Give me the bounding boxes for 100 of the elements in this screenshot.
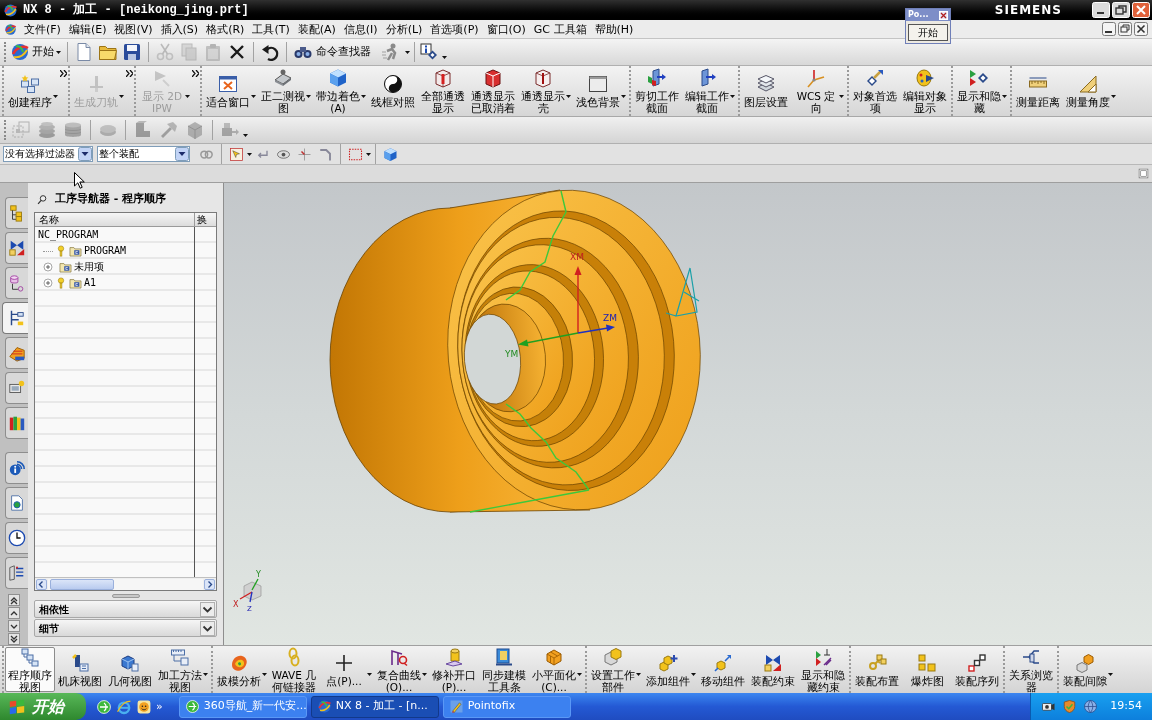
toolbar-button[interactable]: 正二测视图 <box>258 67 313 115</box>
caret-icon[interactable] <box>1108 673 1113 676</box>
toolbar-button[interactable]: 加工方法视图 <box>155 647 210 692</box>
navigator-tab[interactable] <box>5 452 28 484</box>
caret-icon[interactable] <box>243 133 248 137</box>
arrow-circle-icon[interactable] <box>96 698 112 715</box>
toolbar-button[interactable]: 拔模分析 <box>214 647 269 692</box>
caret-icon[interactable] <box>621 94 626 98</box>
expand-icon[interactable] <box>43 262 53 272</box>
column-header[interactable]: 换 <box>195 213 216 226</box>
toolbar-button[interactable]: 移动组件 <box>698 647 748 692</box>
tree-item[interactable]: A1 <box>84 276 97 290</box>
caret-icon[interactable] <box>839 94 844 98</box>
toolbar-button[interactable]: 测量角度 <box>1063 67 1118 115</box>
minimize-icon[interactable] <box>1102 22 1116 36</box>
menu-item[interactable]: 格式(R) <box>202 19 249 39</box>
command-finder-button[interactable]: 命令查找器 <box>291 40 373 64</box>
restore-icon[interactable] <box>1118 22 1132 36</box>
caret-icon[interactable] <box>203 673 208 676</box>
menu-item[interactable]: 工具(T) <box>248 19 294 39</box>
toolbar-button[interactable]: 点(P)... <box>319 647 374 692</box>
menu-item[interactable]: 分析(L) <box>381 19 427 39</box>
cube-icon[interactable] <box>383 146 398 162</box>
horizontal-scrollbar[interactable] <box>48 578 203 590</box>
toolbar-button[interactable]: 通透显示壳 <box>518 67 573 115</box>
caret-icon[interactable] <box>1002 94 1007 98</box>
menu-item[interactable]: 窗口(O) <box>482 19 530 39</box>
network-globe-icon[interactable] <box>1083 699 1099 714</box>
scroll-right-icon[interactable] <box>204 578 215 590</box>
navigator-tab[interactable] <box>5 232 28 264</box>
undo-icon[interactable] <box>260 42 280 62</box>
caret-icon[interactable] <box>366 152 371 156</box>
frame-restore-icon[interactable] <box>1138 168 1149 179</box>
close-icon[interactable] <box>1134 22 1148 36</box>
menu-item[interactable]: 帮助(H) <box>590 19 638 39</box>
caret-icon[interactable] <box>53 94 58 98</box>
arrow-down-icon[interactable] <box>8 620 20 632</box>
toolbar-button[interactable]: 线框对照 <box>368 67 418 115</box>
more-button[interactable]: » <box>156 700 163 713</box>
caret-icon[interactable] <box>251 94 256 98</box>
navigator-tab[interactable] <box>5 337 28 369</box>
caret-icon[interactable] <box>405 50 410 54</box>
toolbar-button[interactable]: 装配约束 <box>748 647 798 692</box>
caret-icon[interactable] <box>566 94 571 98</box>
toolbar-button[interactable]: 添加组件 <box>643 647 698 692</box>
caret-icon[interactable] <box>56 50 61 54</box>
caret-icon[interactable] <box>691 673 696 676</box>
toolbar-button[interactable]: 小平面化(C)... <box>529 647 584 692</box>
scope-dropdown[interactable]: 整个装配 <box>97 146 190 162</box>
toolbar-button[interactable]: 显示和隐藏 <box>954 67 1009 115</box>
close-icon[interactable] <box>939 10 948 20</box>
taskbar-button[interactable]: NX 8 - 加工 - [n... <box>310 695 439 718</box>
double-chevron-icon[interactable] <box>126 70 133 77</box>
toolbar-button[interactable]: 装配序列 <box>952 647 1002 692</box>
splitter-handle[interactable] <box>111 593 140 598</box>
toolbar-button[interactable]: 修补开口(P)... <box>429 647 479 692</box>
toolbar-button[interactable]: 图层设置 <box>741 67 791 115</box>
toolbar-button[interactable]: 通透显示已取消着 <box>468 67 518 115</box>
caret-icon[interactable] <box>636 673 641 676</box>
toolbar-button[interactable]: 机床视图 <box>55 647 105 692</box>
toolbar-button[interactable]: 测量距离 <box>1013 67 1063 115</box>
tree-item[interactable]: PROGRAM <box>84 244 127 258</box>
section-header[interactable]: 细节 <box>34 619 217 637</box>
toolbar-button[interactable]: 适合窗口 <box>203 67 258 115</box>
menu-item[interactable]: 文件(F) <box>20 19 65 39</box>
start-button[interactable]: 开始 <box>908 24 948 41</box>
menu-item[interactable]: 编辑(E) <box>64 19 111 39</box>
browser-icon[interactable] <box>116 698 132 715</box>
taskbar-button[interactable]: 360导航_新一代安... <box>178 695 307 718</box>
menu-item[interactable]: 插入(S) <box>156 19 203 39</box>
toolbar-button[interactable]: 几何视图 <box>105 647 155 692</box>
toolbar-button[interactable]: 设置工作部件 <box>588 647 643 692</box>
filter-dropdown[interactable]: 没有选择过滤器 <box>3 146 93 162</box>
toolbar-button[interactable]: 装配间隙 <box>1060 647 1115 692</box>
column-header[interactable]: 名称 <box>35 213 195 226</box>
info-icon[interactable] <box>419 42 439 62</box>
menu-item[interactable]: 首选项(P) <box>426 19 483 39</box>
navigator-tab[interactable] <box>5 407 28 439</box>
bored-cylinder-drawing[interactable] <box>329 189 701 513</box>
toolbar-button[interactable]: 关系浏览器 <box>1006 647 1056 692</box>
caret-icon[interactable] <box>730 94 735 98</box>
toolbar-button[interactable]: 装配布置 <box>852 647 902 692</box>
caret-icon[interactable] <box>262 673 267 676</box>
navigator-tab[interactable] <box>5 487 28 519</box>
chevron-down-icon[interactable] <box>200 601 215 617</box>
tree-item[interactable]: NC_PROGRAM <box>38 228 99 242</box>
scroll-left-icon[interactable] <box>36 578 47 590</box>
chevron-down-icon[interactable] <box>200 620 215 636</box>
arrow-up-icon[interactable] <box>8 607 20 619</box>
caret-icon[interactable] <box>1111 94 1116 98</box>
caret-icon[interactable] <box>247 152 252 156</box>
toolbar-button[interactable]: 剪切工作截面 <box>632 67 682 115</box>
caret-icon[interactable] <box>367 673 372 676</box>
expand-icon[interactable] <box>43 278 53 288</box>
caret-icon[interactable] <box>442 55 447 59</box>
double-chevron-icon[interactable] <box>192 70 199 77</box>
navigator-tab[interactable] <box>5 522 28 554</box>
double-arrow-up-icon[interactable] <box>8 594 20 606</box>
double-arrow-down-icon[interactable] <box>8 633 20 645</box>
toolbar-button[interactable]: 同步建模工具条 <box>479 647 529 692</box>
